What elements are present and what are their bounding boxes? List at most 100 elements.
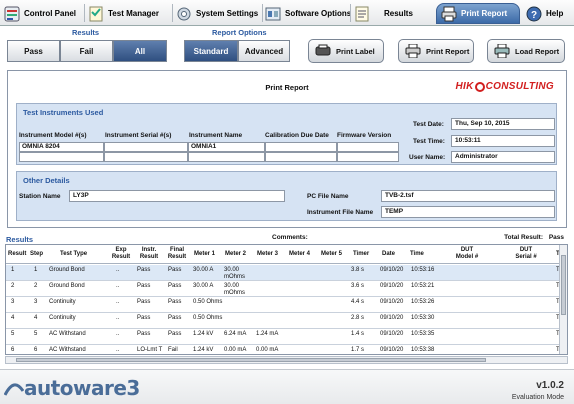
col-dut-model[interactable]: DUT Model # [452, 247, 482, 261]
print-report-button[interactable]: Print Report [398, 39, 474, 63]
col-timer[interactable]: Timer [353, 251, 369, 258]
scroll-thumb[interactable] [16, 358, 486, 362]
table-cell-result: 6 [11, 347, 15, 353]
filter-fail-button[interactable]: Fail [60, 40, 113, 62]
table-cell-m1: 0.50 Ohms [193, 299, 223, 305]
table-cell-exp: .. [116, 347, 120, 353]
table-cell-m1: 30.00 A [193, 267, 214, 273]
tab-print-report[interactable]: Print Report [436, 3, 520, 24]
total-result-value: Pass [548, 234, 564, 241]
control-panel-icon [4, 6, 20, 22]
table-cell-date: 09/10/20 [380, 283, 404, 289]
calibration-due-cell [265, 142, 337, 152]
col-meter-3[interactable]: Meter 3 [257, 251, 278, 258]
table-cell-final: Pass [168, 315, 182, 321]
company-logo: HIK CONSULTING [455, 81, 554, 92]
mode-label: Evaluation Mode [511, 394, 564, 401]
results-horizontal-scrollbar[interactable] [5, 356, 568, 364]
test-date-label: Test Date: [413, 121, 444, 128]
user-name-value: Administrator [451, 151, 555, 163]
scroll-thumb[interactable] [561, 255, 566, 315]
col-instrument-name: Instrument Name [189, 132, 243, 139]
table-cell-timer: 3.8 s [351, 267, 365, 273]
filter-all-button[interactable]: All [113, 40, 167, 62]
col-dut-serial[interactable]: DUT Serial # [511, 247, 541, 261]
tab-label: Test Manager [108, 9, 159, 18]
test-manager-icon [88, 6, 104, 22]
system-settings-icon [176, 6, 192, 22]
standard-report-button[interactable]: Standard [184, 40, 238, 62]
logo-ring-icon [474, 81, 485, 92]
table-row[interactable]: 4 4 Continuity.. Pass Pass 0.50 Ohms 2.8 s 09/1… [6, 313, 560, 329]
table-cell-type: AC Withstand [49, 331, 86, 337]
filter-pass-button[interactable]: Pass [7, 40, 60, 62]
table-cell-timer: 4.4 s [351, 299, 365, 305]
col-step[interactable]: Step [30, 251, 43, 258]
load-printer-icon [494, 44, 510, 58]
test-instruments-title: Test Instruments Used [23, 108, 104, 117]
col-date[interactable]: Date [382, 251, 395, 258]
col-result[interactable]: Result [8, 251, 26, 258]
svg-text:?: ? [531, 10, 537, 21]
table-cell-result: 4 [11, 315, 15, 321]
col-meter-4[interactable]: Meter 4 [289, 251, 310, 258]
table-cell-m2: 6.24 mA [224, 331, 247, 337]
table-cell-time: 10:53:38 [411, 347, 435, 353]
table-cell-final: Pass [168, 267, 182, 273]
table-row[interactable]: 1 1 Ground Bond.. Pass Pass 30.00 A 30.00 mOhm… [6, 265, 560, 281]
table-cell-step: 4 [34, 315, 38, 321]
tab-label: Control Panel [24, 9, 77, 18]
tab-test-manager[interactable]: Test Manager [88, 3, 159, 24]
tab-results[interactable]: Results [354, 3, 413, 24]
other-details-title: Other Details [23, 176, 70, 185]
table-cell-m2: 0.00 mA [224, 347, 247, 353]
table-cell-m1: 1.24 kV [193, 347, 214, 353]
results-table[interactable]: Result Step Test Type Exp Result Instr. … [5, 244, 568, 355]
table-cell-m1: 0.50 Ohms [193, 315, 223, 321]
table-cell-exp: .. [116, 283, 120, 289]
table-cell-date: 09/10/20 [380, 347, 404, 353]
total-result-label: Total Result: [504, 234, 543, 241]
table-cell-result: 3 [11, 299, 15, 305]
tab-control-panel[interactable]: Control Panel [4, 3, 76, 24]
col-meter-1[interactable]: Meter 1 [194, 251, 215, 258]
results-filter-label: Results [72, 28, 100, 37]
table-cell-final: Pass [168, 299, 182, 305]
table-row[interactable]: 3 3 Continuity.. Pass Pass 0.50 Ohms 4.4 s 09/1… [6, 297, 560, 313]
col-time[interactable]: Time [410, 251, 424, 258]
table-cell-m3: 0.00 mA [256, 347, 279, 353]
print-label-button[interactable]: Print Label [308, 39, 384, 63]
col-final-result[interactable]: Final Result [166, 247, 188, 261]
table-cell-result: 5 [11, 331, 15, 337]
calibration-due-cell-empty [265, 152, 337, 162]
col-meter-2[interactable]: Meter 2 [225, 251, 246, 258]
col-instr-result[interactable]: Instr. Result [137, 247, 161, 261]
table-cell-timer: 2.8 s [351, 315, 365, 321]
table-cell-step: 3 [34, 299, 38, 305]
tab-help[interactable]: ? Help [526, 3, 563, 24]
advanced-report-button[interactable]: Advanced [238, 40, 290, 62]
tab-software-options[interactable]: Software Options [265, 3, 351, 24]
table-row[interactable]: 6 6 AC Withstand.. LO-Lmt T Fail 1.24 kV 0.00 … [6, 345, 560, 354]
col-meter-5[interactable]: Meter 5 [321, 251, 342, 258]
tab-system-settings[interactable]: System Settings [176, 3, 258, 24]
table-cell-step: 5 [34, 331, 38, 337]
table-cell-exp: .. [116, 331, 120, 337]
col-exp-result[interactable]: Exp Result [110, 247, 132, 261]
table-cell-m2: 30.00 mOhms [224, 283, 245, 296]
table-row[interactable]: 2 2 Ground Bond.. Pass Pass 30.00 A 30.00 mOhm… [6, 281, 560, 297]
table-cell-step: 2 [34, 283, 38, 289]
software-options-icon [265, 6, 281, 22]
test-time-value: 10:53:11 [451, 135, 555, 147]
table-cell-exp: .. [116, 299, 120, 305]
results-vertical-scrollbar[interactable] [559, 245, 567, 354]
table-cell-m1: 1.24 kV [193, 331, 214, 337]
col-test-type[interactable]: Test Type [60, 251, 87, 258]
pc-file-name-value: TVB-2.tsf [381, 190, 555, 202]
table-cell-instr: Pass [137, 331, 151, 337]
table-row[interactable]: 5 5 AC Withstand.. Pass Pass 1.24 kV 6.24 mA 1.… [6, 329, 560, 345]
table-cell-date: 09/10/20 [380, 299, 404, 305]
load-report-button[interactable]: Load Report [487, 39, 565, 63]
instrument-serial-cell-empty [104, 152, 188, 162]
table-cell-time: 10:53:35 [411, 331, 435, 337]
